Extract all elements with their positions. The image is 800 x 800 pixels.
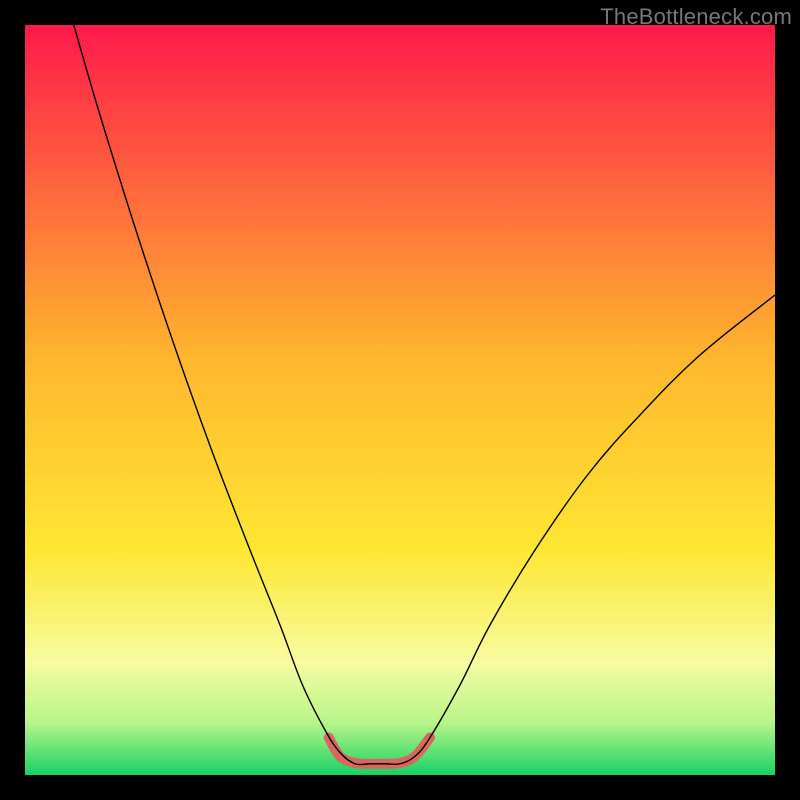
plot-area xyxy=(25,25,775,775)
chart-frame: TheBottleneck.com xyxy=(0,0,800,800)
gradient-background xyxy=(25,25,775,775)
watermark-text: TheBottleneck.com xyxy=(600,4,792,30)
chart-svg xyxy=(25,25,775,775)
